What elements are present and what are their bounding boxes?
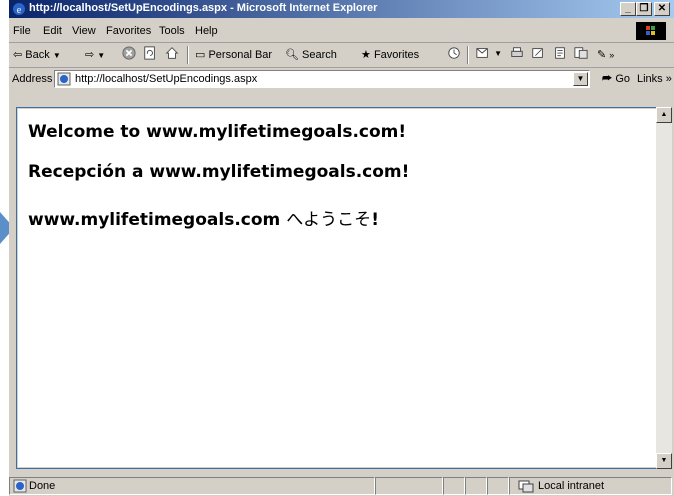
intranet-icon xyxy=(518,480,534,493)
status-main-pane: Done xyxy=(9,477,375,495)
dropdown-icon: ▼ xyxy=(52,51,61,60)
toolbar-separator xyxy=(467,46,469,64)
welcome-spanish: Recepción a www.mylifetimegoals.com! xyxy=(28,162,410,182)
japanese-greeting: へようこそ xyxy=(286,210,372,230)
refresh-icon xyxy=(144,46,155,60)
welcome-japanese: www.mylifetimegoals.com へようこそ! xyxy=(28,205,379,230)
status-bar: Done Local intranet xyxy=(9,474,674,496)
page-done-icon xyxy=(13,479,27,493)
address-bar: Address http://localhost/SetUpEncodings.… xyxy=(9,68,674,90)
svg-text:e: e xyxy=(17,5,22,16)
menu-view[interactable]: View xyxy=(72,25,96,37)
mail-button[interactable]: ▼ xyxy=(475,46,502,60)
go-button[interactable]: ⮫ Go xyxy=(602,73,630,86)
status-pane xyxy=(487,477,509,495)
menu-favorites[interactable]: Favorites xyxy=(106,25,151,37)
vertical-scrollbar[interactable]: ▲ ▼ xyxy=(656,107,672,469)
maximize-button[interactable]: ❐ xyxy=(636,2,652,16)
menu-edit[interactable]: Edit xyxy=(43,25,62,37)
print-button[interactable] xyxy=(509,46,525,60)
favorites-button[interactable]: ★ Favorites xyxy=(361,48,419,61)
status-text: Done xyxy=(29,480,56,492)
address-dropdown-icon[interactable]: ▼ xyxy=(573,72,588,86)
browser-window: e http://localhost/SetUpEncodings.aspx -… xyxy=(9,0,674,496)
scroll-down-icon[interactable]: ▼ xyxy=(656,453,672,469)
address-label: Address xyxy=(12,73,53,85)
print-icon xyxy=(511,47,523,57)
close-button[interactable]: ✕ xyxy=(654,2,670,16)
scroll-up-icon[interactable]: ▲ xyxy=(656,107,672,123)
forward-arrow-icon: ⇨ xyxy=(85,49,95,61)
zone-pane: Local intranet xyxy=(509,477,672,495)
links-button[interactable]: Links » xyxy=(637,73,672,85)
status-pane xyxy=(443,477,465,495)
standard-toolbar: ⇦ Back ▼ ⇨ ▼ ▭ Personal Bar 🔍︎ Search ★ … xyxy=(9,43,674,68)
edit-button[interactable] xyxy=(530,46,546,60)
welcome-english: Welcome to www.mylifetimegoals.com! xyxy=(28,122,407,142)
dropdown-icon: ▼ xyxy=(494,48,502,58)
stop-icon xyxy=(122,46,136,60)
windows-logo-icon xyxy=(636,22,666,40)
refresh-button[interactable] xyxy=(142,46,158,60)
favorites-icon: ★ xyxy=(361,49,371,61)
discuss-button[interactable] xyxy=(552,46,568,60)
mail-icon xyxy=(476,48,488,58)
site-name: www.mylifetimegoals.com xyxy=(28,210,281,230)
history-icon xyxy=(448,47,460,59)
home-button[interactable] xyxy=(164,46,180,60)
search-button[interactable]: 🔍︎ Search xyxy=(285,48,337,61)
history-button[interactable] xyxy=(446,46,462,60)
page-content: Welcome to www.mylifetimegoals.com! Rece… xyxy=(18,109,656,467)
personal-bar-icon: ▭ xyxy=(195,49,206,61)
back-button[interactable]: ⇦ Back ▼ xyxy=(13,48,61,61)
discuss-icon xyxy=(555,47,565,59)
research-icon: ✎ xyxy=(597,49,607,61)
menu-file[interactable]: File xyxy=(13,25,31,37)
minimize-button[interactable]: _ xyxy=(620,2,636,16)
edit-icon xyxy=(532,48,543,58)
status-pane xyxy=(465,477,487,495)
personal-bar-button[interactable]: ▭ Personal Bar xyxy=(195,48,272,61)
messenger-button[interactable] xyxy=(573,46,589,60)
chevron-icon: » xyxy=(609,50,615,60)
back-arrow-icon: ⇦ xyxy=(13,49,23,61)
address-input[interactable]: http://localhost/SetUpEncodings.aspx ▼ xyxy=(54,70,590,88)
search-icon: 🔍︎ xyxy=(285,49,299,61)
zone-label: Local intranet xyxy=(538,480,605,492)
exclamation: ! xyxy=(371,210,379,230)
go-arrow-icon: ⮫ xyxy=(602,73,613,85)
address-url: http://localhost/SetUpEncodings.aspx xyxy=(75,73,258,85)
dropdown-icon: ▼ xyxy=(97,51,106,60)
research-button[interactable]: ✎ » xyxy=(597,48,614,61)
title-bar[interactable]: e http://localhost/SetUpEncodings.aspx -… xyxy=(9,0,674,18)
menu-bar: File Edit View Favorites Tools Help xyxy=(9,20,674,43)
stop-button[interactable] xyxy=(121,46,137,60)
ie-icon: e xyxy=(13,3,25,16)
forward-button[interactable]: ⇨ ▼ xyxy=(85,48,105,61)
page-icon xyxy=(57,72,71,86)
home-icon xyxy=(165,47,179,59)
toolbar-separator xyxy=(187,46,189,64)
status-pane xyxy=(375,477,443,495)
messenger-icon xyxy=(574,47,588,59)
window-title: http://localhost/SetUpEncodings.aspx - M… xyxy=(29,2,378,14)
menu-tools[interactable]: Tools xyxy=(159,25,185,37)
menu-help[interactable]: Help xyxy=(195,25,218,37)
